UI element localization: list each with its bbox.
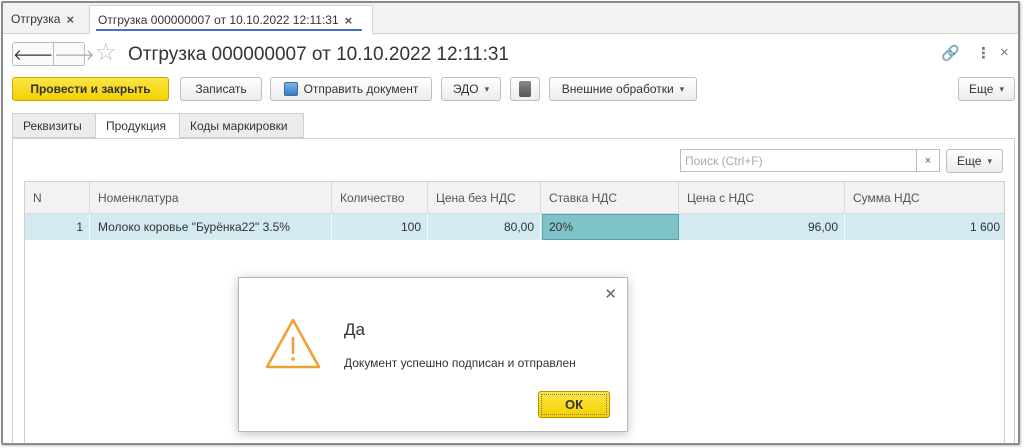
more-label: Еще: [957, 154, 982, 168]
window-tab-strip: Отгрузка × Отгрузка 000000007 от 10.10.2…: [3, 3, 1018, 34]
tab-products[interactable]: Продукция: [95, 113, 180, 139]
column-header-vat-rate[interactable]: Ставка НДС: [541, 182, 679, 214]
window-tab-label: Отгрузка 000000007 от 10.10.2022 12:11:3…: [98, 13, 339, 27]
external-processing-button[interactable]: Внешние обработки ▾: [549, 77, 697, 101]
cell-price-with-vat[interactable]: 96,00: [679, 214, 845, 240]
barcode-scanner-icon: [519, 81, 531, 97]
tab-requisites[interactable]: Реквизиты: [12, 113, 96, 138]
cell-price-without-vat[interactable]: 80,00: [428, 214, 541, 240]
star-icon[interactable]: ☆: [95, 40, 117, 66]
column-header-price-with-vat[interactable]: Цена с НДС: [679, 182, 845, 214]
arrow-right-icon[interactable]: 🡒: [53, 43, 94, 65]
ok-button[interactable]: ОК: [538, 391, 610, 418]
close-icon[interactable]: ×: [345, 13, 353, 28]
dropdown-arrow-icon: ▾: [484, 83, 490, 94]
column-header-nomenclature[interactable]: Номенклатура: [90, 182, 332, 214]
window-tab-shipment-list[interactable]: Отгрузка ×: [3, 5, 87, 33]
scan-barcode-button[interactable]: [510, 77, 540, 101]
close-icon[interactable]: ×: [66, 12, 74, 27]
send-document-icon: [283, 82, 298, 96]
table-row[interactable]: 1 Молоко коровье "Бурёнка22" 3.5% 100 80…: [25, 214, 1004, 240]
table-more-button[interactable]: Еще ▾: [946, 149, 1003, 173]
dropdown-arrow-icon: ▾: [999, 83, 1004, 94]
window-tab-label: Отгрузка: [11, 12, 61, 26]
cell-number[interactable]: 1: [25, 214, 90, 240]
dialog-message: Документ успешно подписан и отправлен: [344, 356, 576, 370]
application-window: Отгрузка × Отгрузка 000000007 от 10.10.2…: [1, 1, 1020, 445]
external-processing-label: Внешние обработки: [561, 82, 674, 96]
post-and-close-button[interactable]: Провести и закрыть: [12, 77, 169, 101]
kebab-icon[interactable]: ⋮: [976, 44, 991, 62]
clear-search-icon[interactable]: ×: [916, 149, 940, 172]
close-icon[interactable]: ×: [1000, 44, 1009, 61]
column-header-vat-amount[interactable]: Сумма НДС: [845, 182, 1006, 214]
more-label: Еще: [969, 82, 994, 96]
link-icon[interactable]: 🔗: [941, 44, 960, 62]
dropdown-arrow-icon: ▾: [679, 83, 685, 94]
send-document-label: Отправить документ: [303, 82, 419, 96]
table-header: N Номенклатура Количество Цена без НДС С…: [25, 182, 1004, 214]
navigation-buttons: 🡐 🡒: [12, 42, 94, 66]
dropdown-arrow-icon: ▾: [987, 155, 992, 166]
column-header-quantity[interactable]: Количество: [332, 182, 428, 214]
edo-dropdown-button[interactable]: ЭДО ▾: [441, 77, 501, 101]
send-document-button[interactable]: Отправить документ: [270, 77, 432, 101]
tab-marking-codes[interactable]: Коды маркировки: [179, 113, 304, 138]
arrow-left-icon[interactable]: 🡐: [13, 43, 53, 65]
dialog-title: Да: [344, 320, 365, 339]
column-header-number[interactable]: N: [25, 182, 90, 214]
page-title: Отгрузка 000000007 от 10.10.2022 12:11:3…: [128, 44, 509, 65]
warning-triangle-icon: [265, 318, 321, 369]
column-header-price-without-vat[interactable]: Цена без НДС: [428, 182, 541, 214]
more-button[interactable]: Еще ▾: [958, 77, 1015, 101]
cell-vat-amount[interactable]: 1 600: [845, 214, 1006, 240]
cell-quantity[interactable]: 100: [332, 214, 428, 240]
save-button[interactable]: Записать: [180, 77, 262, 101]
message-dialog: ✕ Да Документ успешно подписан и отправл…: [238, 277, 628, 432]
search-input[interactable]: Поиск (Ctrl+F): [680, 149, 917, 172]
window-tab-shipment-document[interactable]: Отгрузка 000000007 от 10.10.2022 12:11:3…: [89, 5, 373, 34]
close-icon[interactable]: ✕: [604, 285, 617, 303]
edo-label: ЭДО: [452, 82, 479, 96]
cell-vat-rate[interactable]: 20%: [542, 214, 679, 240]
cell-nomenclature[interactable]: Молоко коровье "Бурёнка22" 3.5%: [90, 214, 332, 240]
